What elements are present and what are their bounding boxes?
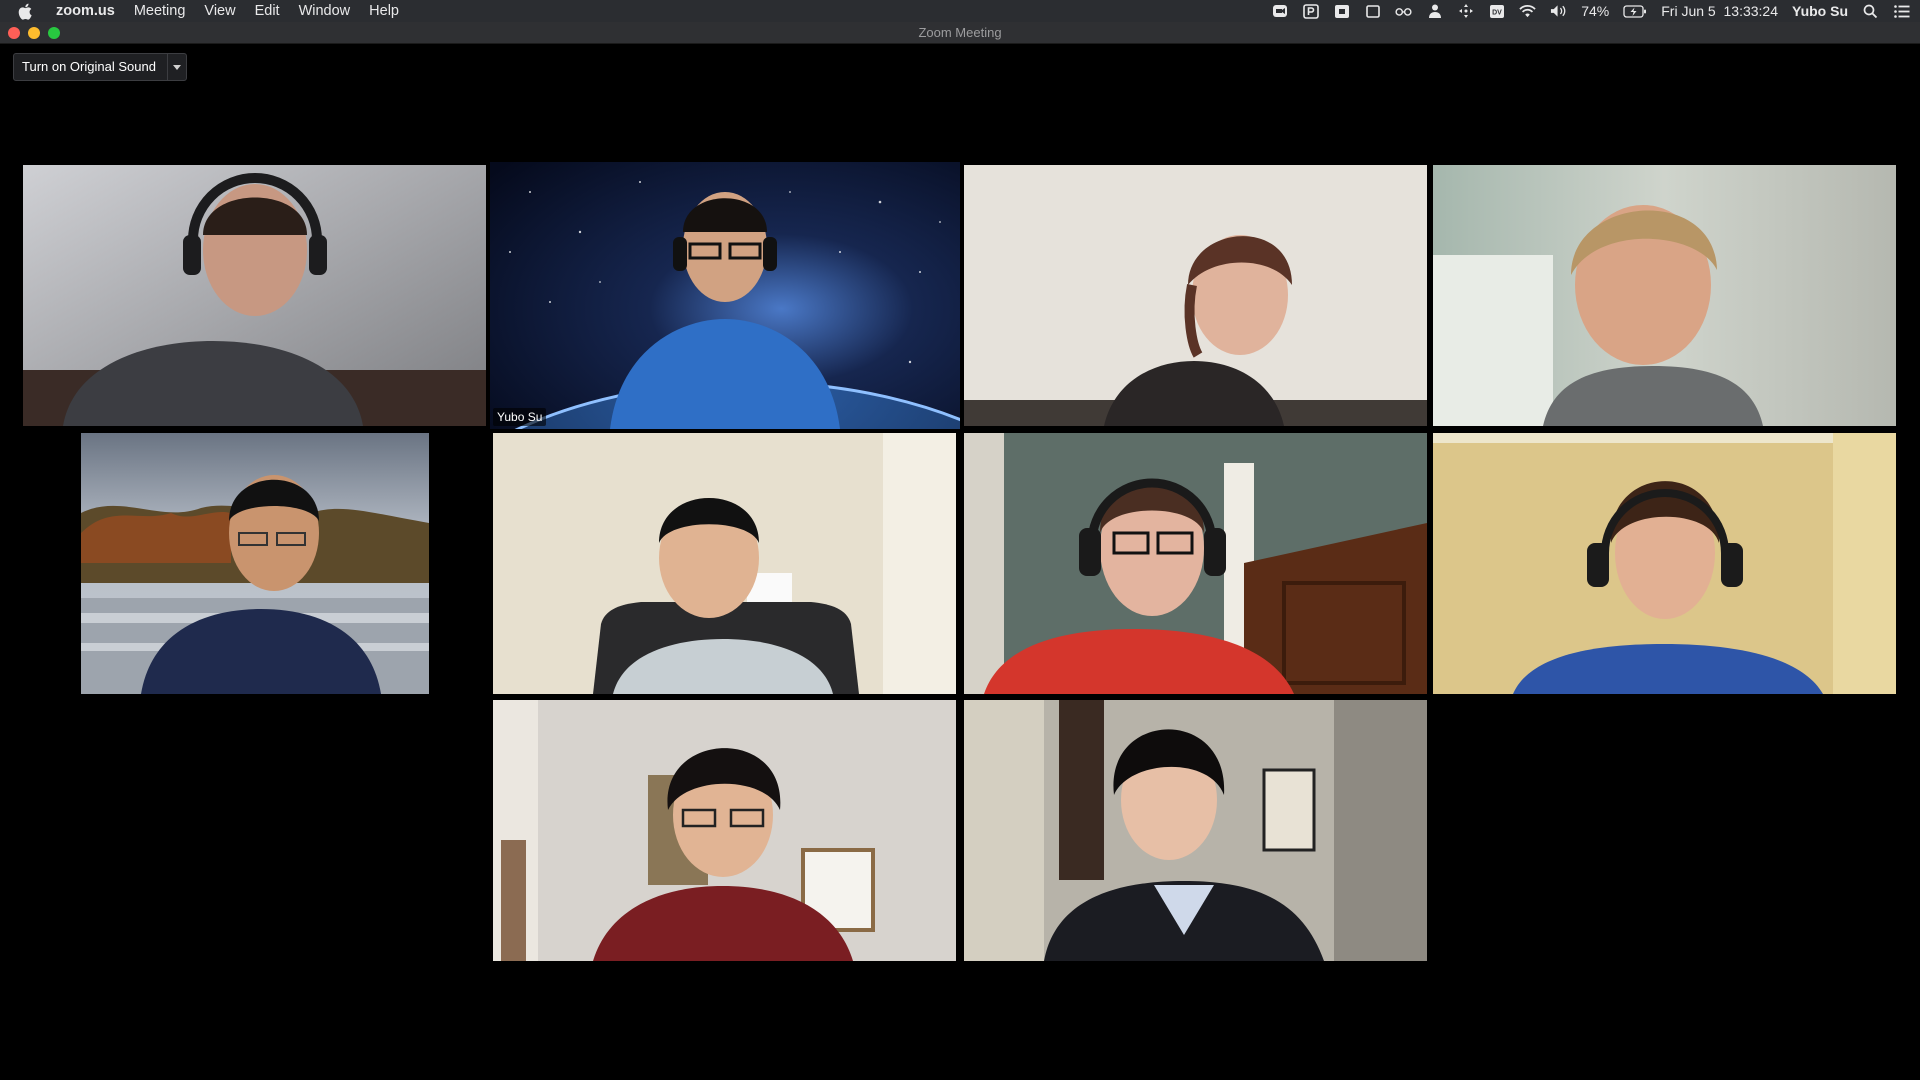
menu-window[interactable]: Window: [299, 3, 351, 19]
window-title: Zoom Meeting: [918, 25, 1002, 40]
current-user[interactable]: Yubo Su: [1792, 3, 1848, 19]
menu-help[interactable]: Help: [369, 3, 399, 19]
video-tile-active-speaker[interactable]: Yubo Su: [490, 162, 960, 429]
video-tile[interactable]: [964, 165, 1427, 426]
window-title-bar: Zoom Meeting: [0, 22, 1920, 44]
zoom-status-icon[interactable]: [1271, 4, 1288, 19]
menu-bar: zoom.us Meeting View Edit Window Help DV: [0, 0, 1920, 22]
participant-video: [1433, 433, 1896, 694]
video-tile[interactable]: [81, 433, 429, 694]
volume-icon[interactable]: [1550, 4, 1567, 19]
chevron-down-icon: [172, 64, 181, 70]
video-tile[interactable]: [1433, 165, 1896, 426]
participant-name-tag: Yubo Su: [493, 408, 547, 426]
original-sound-button[interactable]: Turn on Original Sound: [14, 54, 167, 80]
video-tile[interactable]: [1433, 433, 1896, 694]
video-tile[interactable]: [964, 700, 1427, 961]
video-tile[interactable]: [493, 433, 956, 694]
video-tile[interactable]: [23, 165, 486, 426]
participant-video: [964, 700, 1427, 961]
participant-video: [490, 162, 960, 429]
wifi-icon[interactable]: [1519, 4, 1536, 19]
battery-percent: 74%: [1581, 3, 1610, 19]
menu-edit[interactable]: Edit: [255, 3, 280, 19]
apple-icon[interactable]: [18, 2, 34, 20]
status-area: DV 74% Fri Jun 5 13:33:24 Yubo Su: [1271, 3, 1910, 19]
parking-icon[interactable]: [1302, 3, 1319, 19]
clock[interactable]: Fri Jun 5 13:33:24: [1661, 3, 1778, 19]
svg-text:DV: DV: [1492, 9, 1502, 16]
glasses-icon[interactable]: [1395, 4, 1412, 19]
battery-icon[interactable]: [1623, 4, 1647, 19]
original-sound-dropdown[interactable]: [166, 54, 186, 80]
spotlight-search-icon[interactable]: [1862, 4, 1879, 19]
video-tile[interactable]: [964, 433, 1427, 694]
dv-icon[interactable]: DV: [1488, 4, 1505, 19]
window-icon[interactable]: [1364, 4, 1381, 19]
menu-app-name[interactable]: zoom.us: [56, 3, 115, 19]
menu-meeting[interactable]: Meeting: [134, 3, 186, 19]
participant-video: [493, 433, 956, 694]
video-tile[interactable]: [493, 700, 956, 961]
original-sound-control: Turn on Original Sound: [13, 53, 187, 81]
participant-video: [964, 433, 1427, 694]
participant-video: [81, 433, 429, 694]
participant-video: [1433, 165, 1896, 426]
move-icon[interactable]: [1457, 4, 1474, 19]
participant-video: [493, 700, 956, 961]
person-alert-icon[interactable]: [1426, 4, 1443, 19]
notification-center-icon[interactable]: [1893, 4, 1910, 19]
menu-view[interactable]: View: [204, 3, 235, 19]
clipboard-icon[interactable]: [1333, 4, 1350, 19]
participant-video: [964, 165, 1427, 426]
participant-video: [23, 165, 486, 426]
